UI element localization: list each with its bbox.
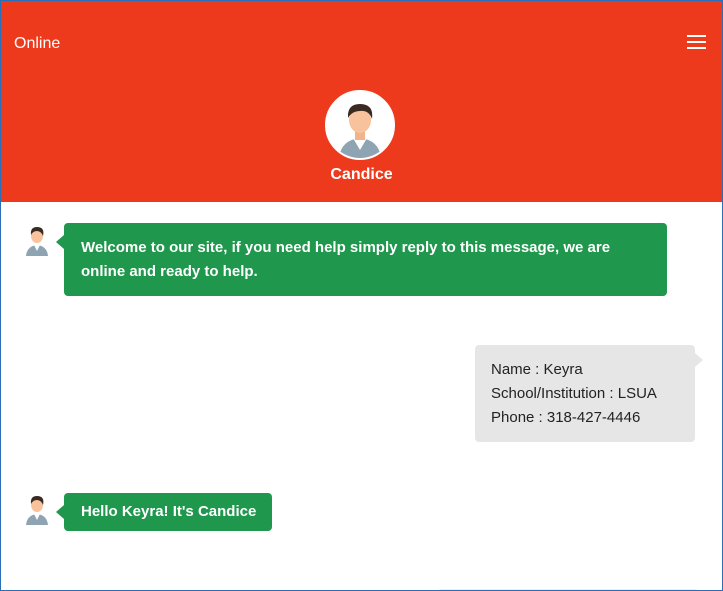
message-list[interactable]: Welcome to our site, if you need help si… (1, 202, 722, 590)
agent-avatar-small-icon (23, 493, 51, 525)
hamburger-menu-icon[interactable] (687, 35, 706, 51)
message-line: online and ready to help. (81, 263, 258, 280)
message-bubble-user: Name : Keyra School/Institution : LSUA P… (475, 345, 703, 442)
message-line: Welcome to our site, if you need help si… (81, 239, 611, 256)
chat-header: Online Candice (1, 1, 722, 202)
message-bubble-agent: Hello Keyra! It's Candice (55, 493, 273, 531)
message-line: School/Institution : LSUA (491, 385, 657, 402)
agent-avatar-small-icon (23, 224, 51, 256)
message-line: Hello Keyra! It's Candice (81, 503, 257, 520)
message-bubble-agent: Welcome to our site, if you need help si… (56, 223, 667, 296)
message-line: Phone : 318-427-4446 (491, 409, 641, 426)
status-label: Online (14, 35, 61, 52)
message-line: Name : Keyra (491, 361, 583, 378)
chat-widget: Online Candice Welcome to our site, if y… (0, 0, 723, 591)
agent-name: Candice (330, 166, 393, 183)
agent-avatar-icon (325, 90, 395, 160)
